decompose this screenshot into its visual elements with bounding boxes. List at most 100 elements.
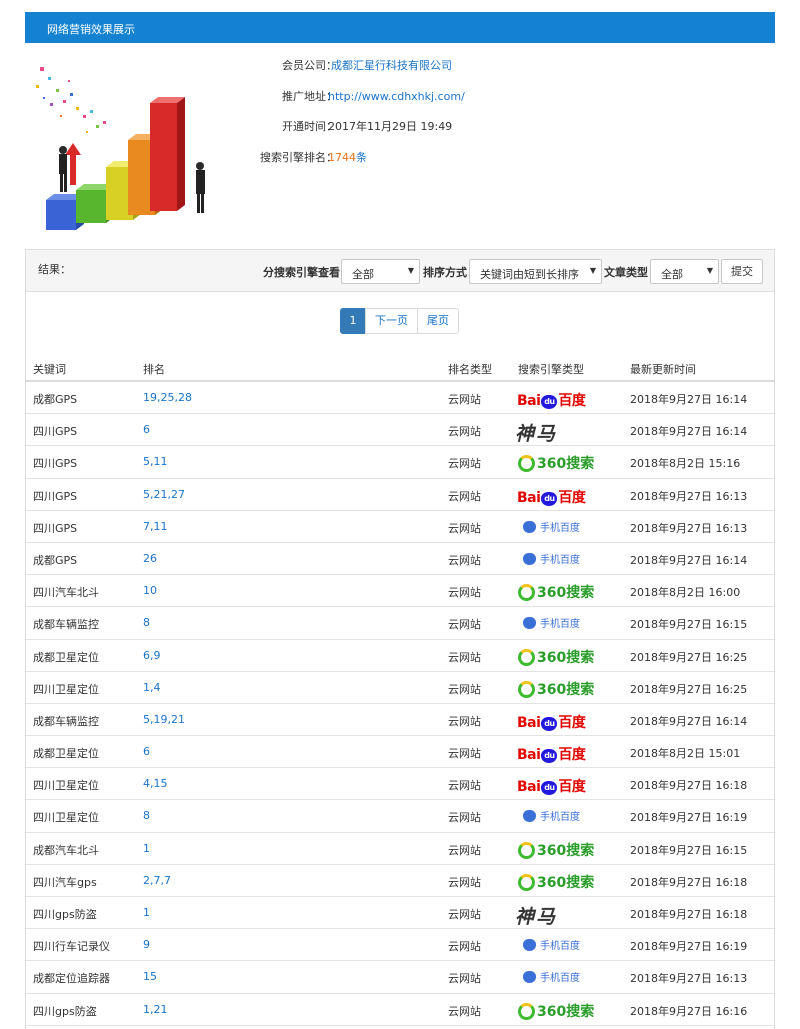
keyword-cell: 成都定位追踪器	[33, 972, 110, 986]
rank-type-cell: 云网站	[448, 682, 481, 696]
baidu-logo: Bai du 百度	[517, 390, 586, 410]
update-time-cell: 2018年8月2日 15:01	[630, 747, 741, 761]
sort-select[interactable]: 关键词由短到长排序 ▼	[469, 259, 602, 284]
rank-type-cell: 云网站	[448, 650, 481, 664]
engine-cell: 神马	[515, 419, 605, 445]
mobile-baidu-logo-text: 手机百度	[540, 973, 580, 985]
promotion-url-link[interactable]: http://www.cdhxhkj.com/	[328, 88, 465, 106]
article-type-label: 文章类型	[604, 266, 648, 279]
engine-cell: 手机百度	[515, 516, 605, 538]
table-row: 四川GPS 6 云网站 神马 2018年9月27日 16:14	[26, 414, 774, 447]
last-page-button[interactable]: 尾页	[417, 308, 459, 334]
table-row: 成都车辆监控 5,19,21 云网站 Bai du 百度 2018年9月27日 16:1…	[26, 704, 774, 737]
rank-link[interactable]: 9	[143, 938, 150, 951]
keyword-cell: 四川GPS	[33, 489, 78, 503]
table-row: 成都车辆监控 8 云网站 手机百度 2018年9月27日 16:15	[26, 607, 774, 640]
article-type-select[interactable]: 全部 ▼	[650, 259, 719, 284]
paw-icon	[523, 520, 536, 533]
rank-count-number: 1744	[328, 150, 356, 164]
table-row: 四川汽车gps 2,7,7 云网站 360搜索 2018年9月27日 16:18	[26, 865, 774, 897]
page-1-button[interactable]: 1	[340, 308, 366, 334]
paw-icon	[523, 971, 536, 984]
keyword-cell: 四川GPS	[33, 521, 78, 535]
ring-icon	[518, 873, 535, 891]
mobile-baidu-logo: 手机百度	[523, 519, 580, 534]
baidu-logo-bai: Bai	[517, 489, 541, 506]
paw-icon: du	[541, 491, 558, 506]
rank-link[interactable]: 10	[143, 584, 157, 597]
rank-link[interactable]: 6	[143, 745, 150, 758]
rank-count-suffix: 条	[356, 150, 367, 164]
keyword-cell: 成都车辆监控	[33, 714, 99, 728]
rank-link[interactable]: 1,21	[143, 1003, 168, 1016]
baidu-logo: Bai du 百度	[517, 744, 586, 764]
rank-link[interactable]: 8	[143, 616, 150, 629]
col-keyword: 关键词	[33, 363, 66, 376]
next-page-button[interactable]: 下一页	[365, 308, 418, 334]
company-value: 成都汇星行科技有限公司	[331, 59, 452, 72]
engine-select[interactable]: 全部 ▼	[341, 259, 420, 284]
rank-link[interactable]: 4,15	[143, 777, 168, 790]
so360-logo-text: 360搜索	[537, 681, 595, 698]
so360-logo: 360搜索	[518, 647, 594, 667]
so360-logo: 360搜索	[518, 582, 594, 602]
engine-cell: 360搜索	[515, 580, 605, 602]
table-row: 四川汽车北斗 10 云网站 360搜索 2018年8月2日 16:00	[26, 575, 774, 608]
rank-link[interactable]: 5,21,27	[143, 488, 185, 501]
col-rank-type: 排名类型	[448, 363, 492, 376]
update-time-cell: 2018年9月27日 16:18	[630, 779, 748, 793]
paw-icon: du	[541, 395, 558, 409]
keyword-cell: 成都GPS	[33, 393, 78, 406]
rank-link[interactable]: 2,7,7	[143, 874, 171, 887]
table-row: 四川gps防盗 1 云网站 神马 2018年9月27日 16:18	[26, 897, 774, 930]
submit-button[interactable]: 提交	[721, 259, 763, 284]
rank-link[interactable]: 8	[143, 809, 150, 822]
table-header: 关键词 排名 排名类型 搜索引擎类型 最新更新时间	[26, 352, 774, 382]
keyword-cell: 成都车辆监控	[33, 618, 99, 632]
mobile-baidu-logo: 手机百度	[523, 615, 580, 630]
rank-link[interactable]: 6,9	[143, 649, 161, 662]
update-time-cell: 2018年9月27日 16:13	[630, 489, 748, 503]
rank-type-cell: 云网站	[448, 553, 481, 567]
rank-link[interactable]: 1,4	[143, 681, 161, 694]
keyword-cell: 四川汽车北斗	[33, 586, 99, 600]
rank-link[interactable]: 5,19,21	[143, 713, 185, 726]
chevron-down-icon: ▼	[706, 266, 713, 275]
rank-type-cell: 云网站	[448, 875, 481, 889]
paw-icon	[523, 552, 536, 565]
so360-logo-text: 360搜索	[537, 1003, 595, 1020]
info-row-url: 推广地址： http://www.cdhxhkj.com/	[225, 88, 745, 119]
keyword-cell: 四川卫星定位	[33, 779, 99, 793]
engine-filter-label: 分搜索引擎查看	[263, 266, 340, 279]
rank-link[interactable]: 1	[143, 906, 150, 919]
baidu-logo: Bai du 百度	[517, 487, 586, 507]
rank-link[interactable]: 6	[143, 423, 150, 436]
engine-cell: 360搜索	[515, 451, 605, 473]
keyword-cell: 成都卫星定位	[33, 650, 99, 664]
shenma-logo: 神马	[515, 906, 558, 928]
mobile-baidu-logo-text: 手机百度	[540, 554, 580, 566]
rank-link[interactable]: 7,11	[143, 520, 168, 533]
baidu-logo-bai: Bai	[517, 747, 541, 764]
engine-cell: Bai du 百度	[515, 773, 605, 796]
mobile-baidu-logo-text: 手机百度	[540, 619, 580, 631]
baidu-logo-cn: 百度	[558, 714, 586, 731]
rank-link[interactable]: 5,11	[143, 455, 168, 468]
rank-type-cell: 云网站	[448, 747, 481, 761]
table-row: 成都卫星定位 6,9 云网站 360搜索 2018年9月27日 16:25	[26, 640, 774, 672]
rank-link[interactable]: 19,25,28	[143, 391, 192, 404]
ring-icon	[518, 648, 535, 666]
so360-logo-text: 360搜索	[537, 456, 595, 473]
update-time-cell: 2018年9月27日 16:13	[630, 521, 748, 535]
rank-type-cell: 云网站	[448, 489, 481, 503]
keyword-cell: 成都GPS	[33, 553, 78, 567]
header-title: 网络营销效果展示	[47, 23, 135, 36]
engine-cell: 360搜索	[515, 677, 605, 699]
rank-link[interactable]: 15	[143, 970, 157, 983]
rank-link[interactable]: 1	[143, 842, 150, 855]
rank-type-cell: 云网站	[448, 843, 481, 857]
ring-icon	[518, 680, 535, 698]
table-row: 四川卫星定位 8 云网站 手机百度 2018年9月27日 16:19	[26, 800, 774, 833]
rank-link[interactable]: 26	[143, 552, 157, 565]
article-type-select-value: 全部	[661, 268, 683, 281]
